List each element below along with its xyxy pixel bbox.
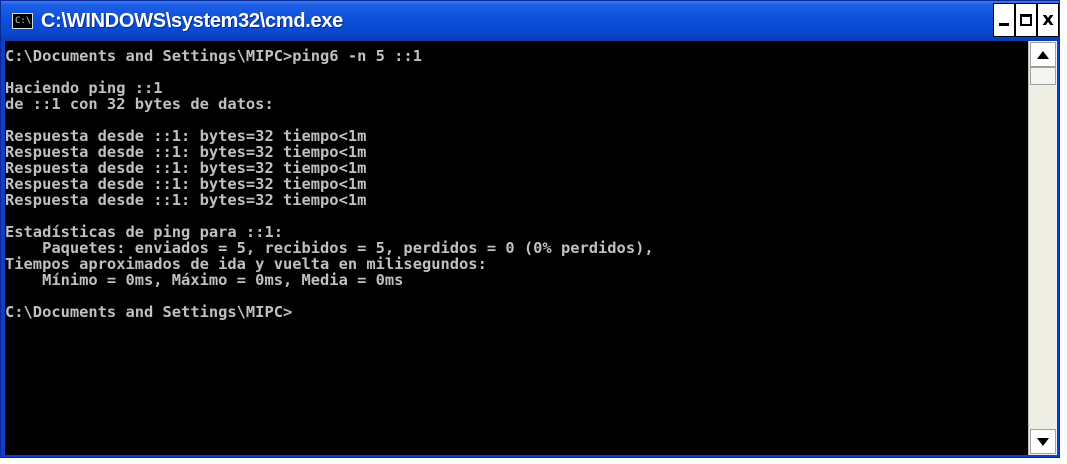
arrow-down-icon — [1037, 437, 1049, 446]
window-title: C:\WINDOWS\system32\cmd.exe — [41, 9, 343, 32]
scroll-up-button[interactable] — [1030, 42, 1056, 67]
scrollbar-thumb[interactable] — [1030, 67, 1056, 85]
console-line: C:\Documents and Settings\MIPC>ping6 -n … — [5, 47, 422, 65]
console-line: Respuesta desde ::1: bytes=32 tiempo<1m — [5, 175, 367, 193]
window-controls: x — [993, 3, 1059, 39]
console-line: Respuesta desde ::1: bytes=32 tiempo<1m — [5, 159, 367, 177]
cmd-icon[interactable]: C:\ — [12, 13, 33, 29]
cmd-window: C:\ C:\WINDOWS\system32\cmd.exe x C:\Doc… — [0, 0, 1060, 458]
console-line: de ::1 con 32 bytes de datos: — [5, 95, 274, 113]
console-line: Respuesta desde ::1: bytes=32 tiempo<1m — [5, 127, 367, 145]
console-line: Mínimo = 0ms, Máximo = 0ms, Media = 0ms — [5, 271, 404, 289]
arrow-up-icon — [1037, 50, 1049, 59]
close-button[interactable]: x — [1037, 3, 1059, 37]
console-line: Respuesta desde ::1: bytes=32 tiempo<1m — [5, 191, 367, 209]
console-output[interactable]: C:\Documents and Settings\MIPC>ping6 -n … — [5, 41, 1028, 455]
close-icon: x — [1042, 9, 1054, 30]
minimize-icon — [999, 22, 1009, 26]
scroll-down-button[interactable] — [1030, 429, 1056, 454]
console-line: Respuesta desde ::1: bytes=32 tiempo<1m — [5, 143, 367, 161]
minimize-button[interactable] — [993, 3, 1015, 37]
console-line: C:\Documents and Settings\MIPC> — [5, 303, 293, 321]
maximize-icon — [1020, 14, 1032, 26]
console-line: Tiempos aproximados de ida y vuelta en m… — [5, 255, 487, 273]
vertical-scrollbar[interactable] — [1028, 41, 1057, 455]
console-line: Haciendo ping ::1 — [5, 79, 163, 97]
console-line: Estadísticas de ping para ::1: — [5, 223, 283, 241]
title-bar[interactable]: C:\ C:\WINDOWS\system32\cmd.exe x — [1, 1, 1059, 41]
maximize-button[interactable] — [1015, 3, 1037, 37]
console-line: Paquetes: enviados = 5, recibidos = 5, p… — [5, 239, 654, 257]
